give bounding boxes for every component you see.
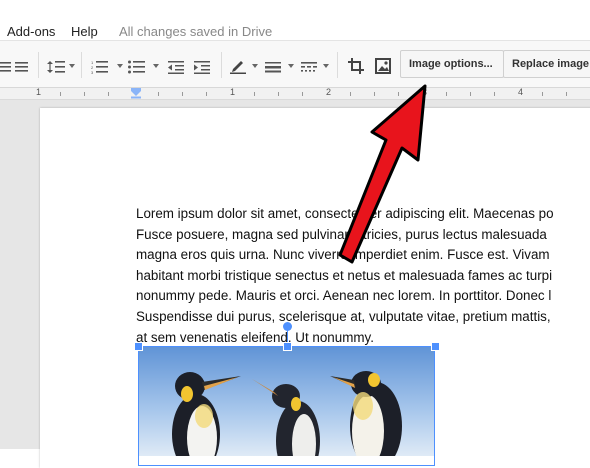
red-arrow-annotation	[338, 84, 427, 264]
